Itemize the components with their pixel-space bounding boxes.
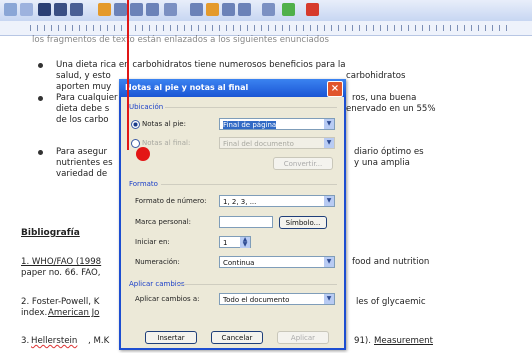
reference-text: index. <box>21 308 48 318</box>
horizontal-ruler[interactable] <box>0 21 532 36</box>
numbering-icon[interactable] <box>190 3 203 16</box>
align-left-icon[interactable] <box>98 3 111 16</box>
justify-icon[interactable] <box>146 3 159 16</box>
chevron-down-icon: ▼ <box>324 257 334 267</box>
footnotes-label: Notas al pie: <box>142 120 186 128</box>
location-group-label: Ubicación <box>129 103 164 111</box>
cancel-button[interactable]: Cancelar <box>211 331 263 344</box>
format-group-label: Formato <box>129 180 158 188</box>
text-line: nutrientes es <box>56 158 113 168</box>
align-center-icon[interactable] <box>114 3 127 16</box>
dialog-titlebar[interactable]: Notas al pie y notas al final × <box>119 79 346 97</box>
bullet-dot <box>38 150 43 155</box>
text-line: aporten muy <box>56 82 112 92</box>
custom-mark-label: Marca personal: <box>135 218 192 226</box>
endnotes-position-select[interactable]: Final del documento ▼ <box>219 137 335 149</box>
group-divider <box>161 184 337 185</box>
decrease-indent-icon[interactable] <box>222 3 235 16</box>
symbol-button[interactable]: Símbolo... <box>279 216 327 229</box>
reference-text: 3. <box>21 336 30 346</box>
custom-mark-input[interactable] <box>219 216 273 228</box>
text-line: salud, y esto <box>56 71 111 81</box>
chevron-down-icon: ▼ <box>324 196 334 206</box>
dialog-title: Notas al pie y notas al final <box>125 83 249 92</box>
reference-text: 1. WHO/FAO (1998 <box>21 257 102 267</box>
spinner-arrows-icon[interactable]: ▲ ▼ <box>240 237 250 248</box>
reference-text: , M.K <box>88 336 110 346</box>
text-line: carbohidratos <box>346 71 406 81</box>
text-line: Para cualquier <box>56 93 118 103</box>
start-at-spinner[interactable]: 1 ▲ ▼ <box>219 236 251 248</box>
text-line: diario óptimo es <box>354 147 424 157</box>
formatting-toolbar <box>0 0 532 22</box>
highlight-icon[interactable] <box>282 3 295 16</box>
number-format-select[interactable]: 1, 2, 3, ... ▼ <box>219 195 335 207</box>
line-spacing-icon[interactable] <box>164 3 177 16</box>
footnotes-position-select[interactable]: Final de página ▼ <box>219 118 335 130</box>
italic-icon[interactable] <box>54 3 67 16</box>
pointer-line-marker <box>127 0 129 150</box>
close-button[interactable]: × <box>327 81 343 97</box>
text-line: y una amplia <box>354 158 410 168</box>
start-at-label: Iniciar en: <box>135 238 170 246</box>
increase-indent-icon[interactable] <box>238 3 251 16</box>
reference-text: Hellerstein <box>31 336 78 346</box>
number-format-label: Formato de número: <box>135 197 207 205</box>
bullet-dot <box>38 63 43 68</box>
chevron-down-icon: ▼ <box>324 294 334 304</box>
chevron-down-icon: ▼ <box>324 138 334 148</box>
text-line: enervado en un 55% <box>346 104 436 114</box>
apply-to-label: Aplicar cambios a: <box>135 295 200 303</box>
text-line: de los carbo <box>56 115 109 125</box>
text-line: variedad de <box>56 169 108 179</box>
reference-text: Measurement <box>374 336 433 346</box>
convert-button[interactable]: Convertir... <box>273 157 333 170</box>
reference-text: paper no. 66. FAO, <box>21 268 101 278</box>
reference-text: food and nutrition <box>352 257 430 267</box>
click-marker-dot <box>136 147 150 161</box>
numbering-label: Numeración: <box>135 258 180 266</box>
text-line: los fragmentos de texto están enlazados … <box>32 35 329 45</box>
reference-text: American Jo <box>48 308 100 318</box>
endnotes-label: Notas al final: <box>142 139 191 147</box>
bullets-icon[interactable] <box>206 3 219 16</box>
underline-icon[interactable] <box>70 3 83 16</box>
footnotes-radio[interactable] <box>131 120 140 129</box>
reference-text: les of glycaemic <box>356 297 426 307</box>
numbering-select[interactable]: Continua ▼ <box>219 256 335 268</box>
bullet-dot <box>38 96 43 101</box>
endnotes-radio[interactable] <box>131 139 140 148</box>
font-color-icon[interactable] <box>306 3 319 16</box>
apply-to-select[interactable]: Todo el documento ▼ <box>219 293 335 305</box>
text-line: Una dieta rica en carbohidratos tiene nu… <box>56 60 346 70</box>
text-line: Para asegur <box>56 147 108 157</box>
group-divider <box>165 107 337 108</box>
border-icon[interactable] <box>262 3 275 16</box>
chevron-down-icon: ▼ <box>324 119 334 129</box>
footnote-dialog: Notas al pie y notas al final × Ubicació… <box>119 79 346 350</box>
bibliography-heading: Bibliografía <box>21 228 80 238</box>
text-line: ros, una buena <box>352 93 417 103</box>
reference-text: 91). <box>354 336 372 346</box>
font-size-icon[interactable] <box>4 3 17 16</box>
insert-button[interactable]: Insertar <box>145 331 197 344</box>
text-line: dieta debe s <box>56 104 110 114</box>
toolbar-chevron-icon[interactable] <box>20 3 33 16</box>
group-divider <box>177 284 337 285</box>
bold-icon[interactable] <box>38 3 51 16</box>
apply-button[interactable]: Aplicar <box>277 331 329 344</box>
align-right-icon[interactable] <box>130 3 143 16</box>
reference-text: 2. Foster-Powell, K <box>21 297 100 307</box>
